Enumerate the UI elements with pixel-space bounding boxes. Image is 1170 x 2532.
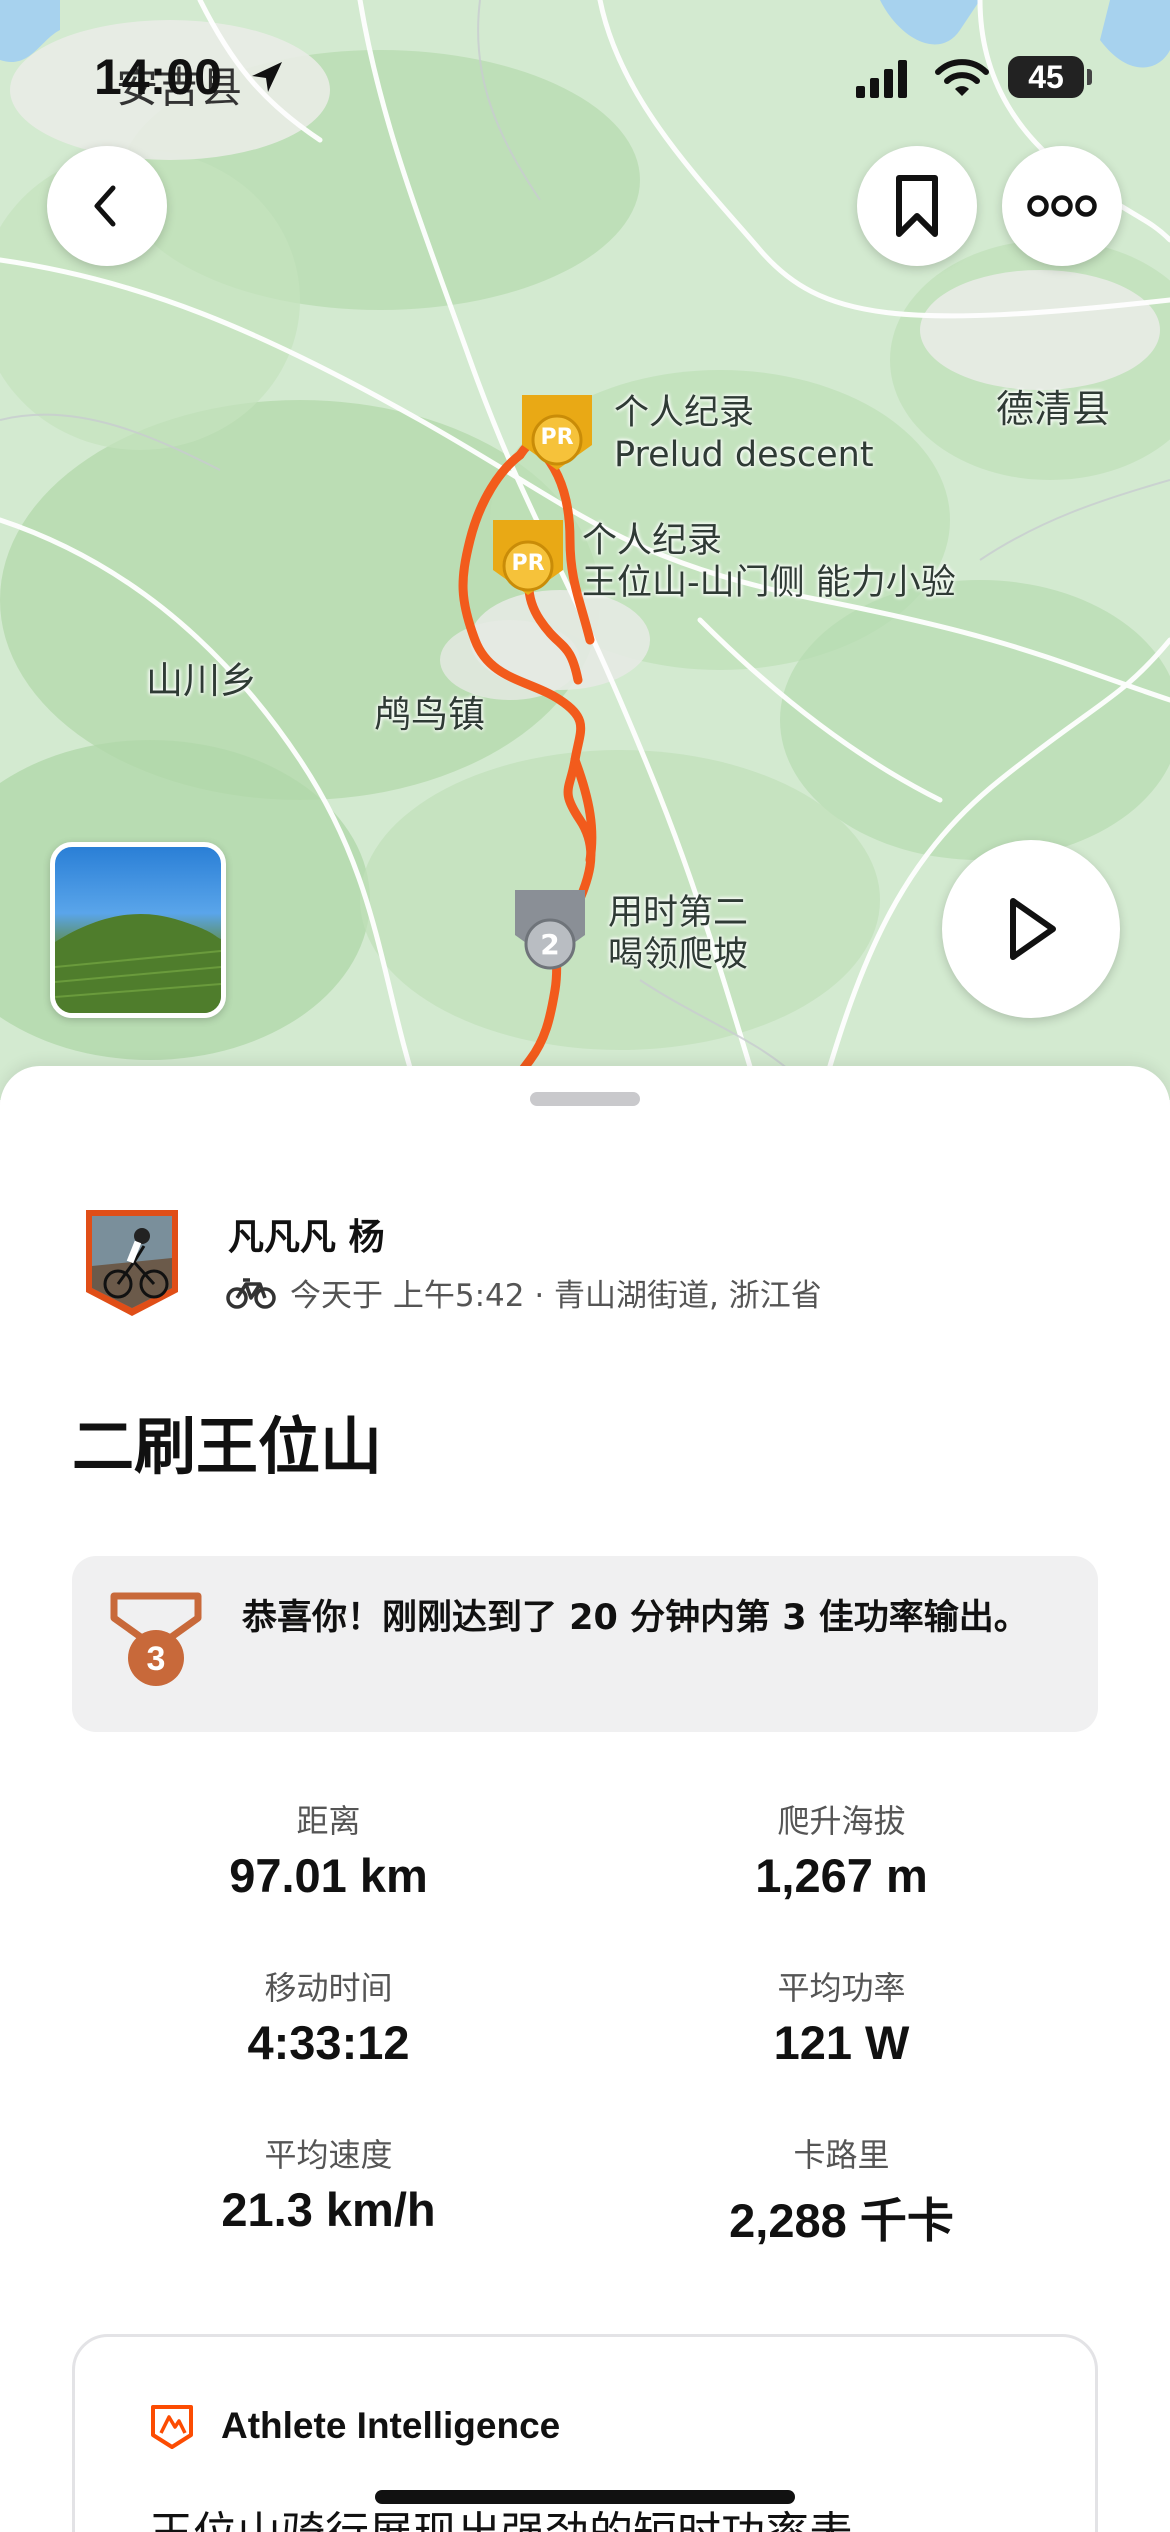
pr-pin-mid-label[interactable]: 个人纪录 王位山-山门侧 能力小验 [582, 520, 956, 604]
route-map[interactable]: 德清县 山川乡 鸬鸟镇 PR 个人纪录 Prelud descent PR 个人… [0, 0, 1170, 1100]
stat-value: 21.3 km/h [221, 2183, 436, 2236]
bike-icon [226, 1277, 276, 1309]
pr-badge-mid: PR [511, 551, 545, 576]
athlete-name[interactable]: 凡凡凡 杨 [228, 1208, 385, 1260]
pr-badge-top: PR [540, 425, 574, 450]
stat-label: 爬升海拔 [777, 1802, 906, 1840]
pr-pin-mid-line2: 王位山-山门侧 能力小验 [582, 563, 956, 603]
silver-badge: 2 [540, 928, 560, 961]
bronze-medal-icon: 3 [110, 1592, 202, 1686]
photo-landscape [55, 913, 221, 1013]
stat-moving-time: 移动时间 4:33:12 [72, 1963, 585, 2070]
pr-pin-top-line2: Prelud descent [614, 435, 874, 475]
athlete-avatar[interactable] [82, 1206, 182, 1318]
stat-value: 1,267 m [755, 1849, 928, 1902]
pr-pin-top-line1: 个人纪录 [614, 393, 755, 433]
play-flyover-button[interactable] [942, 840, 1120, 1018]
stat-value: 97.01 km [229, 1849, 428, 1902]
stat-label: 卡路里 [793, 2136, 890, 2174]
home-indicator[interactable] [375, 2490, 795, 2504]
stat-label: 距离 [296, 1802, 361, 1840]
activity-photo-thumbnail[interactable] [50, 842, 226, 1018]
second-pin-line1: 用时第二 [608, 893, 749, 933]
place-label-deqing: 德清县 [996, 387, 1111, 431]
more-dots-icon [1027, 195, 1097, 217]
sheet-grabber[interactable] [530, 1092, 640, 1106]
activity-detail-sheet[interactable]: 凡凡凡 杨 今天于 上午5:42 · 青山湖街道, 浙江省 二刷王位山 3 恭喜… [0, 1066, 1170, 2532]
achievement-text: 恭喜你！刚刚达到了 20 分钟内第 3 佳功率输出。 [242, 1598, 1029, 1638]
back-button[interactable] [47, 146, 167, 266]
stat-avg-power: 平均功率 121 W [585, 1963, 1098, 2070]
activity-meta-text: 今天于 上午5:42 · 青山湖街道, 浙江省 [290, 1278, 822, 1314]
medal-rank: 3 [147, 1640, 166, 1678]
cellular-signal-icon [856, 60, 907, 98]
location-arrow-icon [252, 62, 282, 92]
stat-value: 4:33:12 [247, 2016, 410, 2069]
stat-calories: 卡路里 2,288 千卡 [585, 2130, 1098, 2251]
achievement-banner[interactable]: 3 恭喜你！刚刚达到了 20 分钟内第 3 佳功率输出。 [72, 1556, 1098, 1732]
athlete-intelligence-icon [151, 2405, 193, 2449]
pr-pin-top-label[interactable]: 个人纪录 Prelud descent [614, 392, 874, 476]
play-icon [1010, 898, 1056, 960]
stat-label: 平均速度 [264, 2136, 393, 2174]
place-label-gouniao: 鸬鸟镇 [374, 693, 485, 736]
stat-elevation-gain: 爬升海拔 1,267 m [585, 1796, 1098, 1903]
battery-icon: 45 [1008, 56, 1092, 98]
activity-meta: 今天于 上午5:42 · 青山湖街道, 浙江省 [226, 1270, 822, 1315]
stat-value: 2,288 千卡 [729, 2194, 954, 2247]
pr-pin-mid-line1: 个人纪录 [582, 521, 723, 561]
stat-avg-speed: 平均速度 21.3 km/h [72, 2130, 585, 2237]
stat-label: 移动时间 [264, 1969, 393, 2007]
athlete-intelligence-title: Athlete Intelligence [221, 2405, 561, 2446]
back-chevron-icon [94, 185, 116, 227]
wifi-icon [935, 59, 989, 96]
stat-value: 121 W [773, 2016, 910, 2069]
place-label-shanchuan: 山川乡 [146, 659, 257, 702]
second-pin-line2: 喝领爬坡 [608, 935, 749, 975]
bookmark-icon [896, 175, 938, 237]
save-route-button[interactable] [857, 146, 977, 266]
second-pin-label[interactable]: 用时第二 喝领爬坡 [608, 892, 748, 976]
stat-distance: 距离 97.01 km [72, 1796, 585, 1903]
status-time: 14:00 [94, 49, 222, 105]
stat-label: 平均功率 [777, 1969, 906, 2007]
more-options-button[interactable] [1002, 146, 1122, 266]
activity-title: 二刷王位山 [72, 1410, 383, 1483]
